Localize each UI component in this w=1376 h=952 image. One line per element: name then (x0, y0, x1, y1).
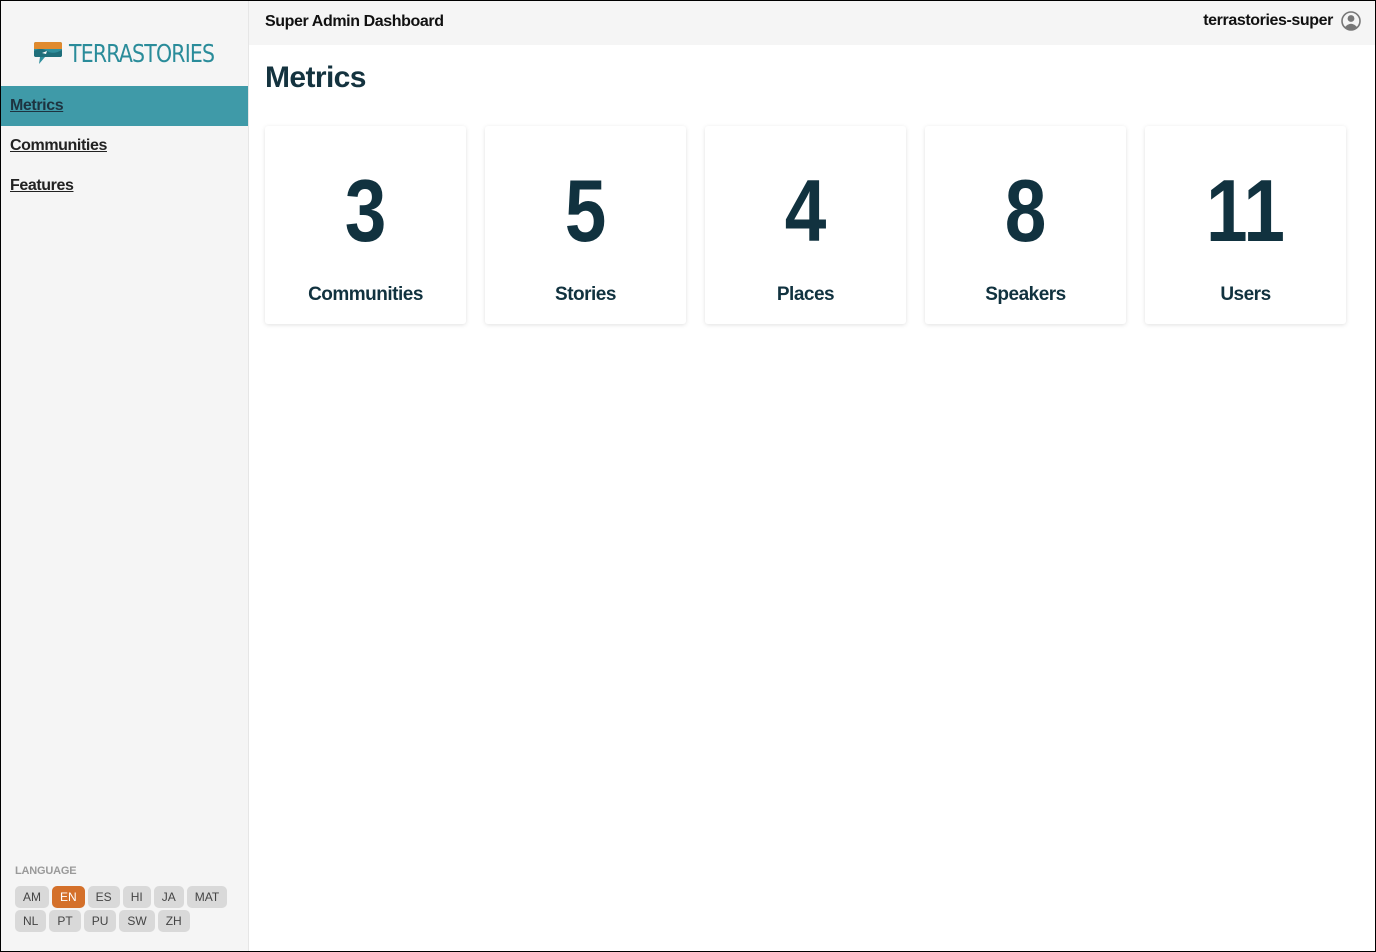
language-button-ja[interactable]: JA (153, 886, 184, 908)
story-bubble-logo-icon (34, 42, 62, 64)
page-title: Metrics (265, 61, 366, 94)
sidebar-item-communities[interactable]: Communities (1, 126, 248, 166)
metric-card-speakers: 8 Speakers (925, 126, 1126, 324)
metric-card-users: 11 Users (1145, 126, 1346, 324)
metric-card-places: 4 Places (705, 126, 906, 324)
metric-label: Stories (555, 284, 616, 305)
sidebar-item-metrics[interactable]: Metrics (1, 86, 248, 126)
language-selector: LANGUAGE AM EN ES HI JA MAT NL PT PU SW … (15, 865, 228, 934)
metric-value: 4 (784, 161, 827, 260)
metric-value: 8 (1004, 161, 1047, 260)
metric-value: 5 (564, 161, 607, 260)
language-button-am[interactable]: AM (15, 886, 49, 908)
language-button-hi[interactable]: HI (122, 886, 151, 908)
metric-label: Places (776, 284, 835, 305)
language-button-nl[interactable]: NL (15, 910, 47, 932)
language-row-2: NL PT PU SW ZH (15, 910, 227, 932)
app-window: TERRASTORIES Metrics Communities Feature… (0, 0, 1376, 952)
language-button-mat[interactable]: MAT (186, 886, 228, 908)
metric-card-stories: 5 Stories (485, 126, 686, 324)
metric-value: 3 (344, 161, 387, 260)
language-button-es[interactable]: ES (87, 886, 120, 908)
sidebar-nav: Metrics Communities Features (1, 86, 248, 206)
language-row-1: AM EN ES HI JA MAT (15, 886, 228, 908)
top-bar: Super Admin Dashboard terrastories-super (249, 1, 1375, 45)
username[interactable]: terrastories-super (1203, 12, 1333, 30)
language-title: LANGUAGE (15, 865, 77, 877)
metric-label: Users (1220, 284, 1271, 305)
language-button-zh[interactable]: ZH (157, 910, 190, 932)
metric-label: Speakers (985, 284, 1066, 305)
language-button-en[interactable]: EN (52, 886, 85, 908)
language-button-sw[interactable]: SW (119, 910, 155, 932)
language-button-pt[interactable]: PT (49, 910, 81, 932)
logo-wordmark: TERRASTORIES (69, 38, 215, 68)
metrics-cards: 3 Communities 5 Stories 4 Places 8 Speak… (265, 126, 1346, 324)
user-menu[interactable]: terrastories-super (1203, 11, 1361, 31)
user-avatar-icon[interactable] (1341, 11, 1361, 31)
metric-card-communities: 3 Communities (265, 126, 466, 324)
terrastories-logo[interactable]: TERRASTORIES (33, 37, 246, 69)
dashboard-title: Super Admin Dashboard (265, 13, 444, 30)
metric-label: Communities (308, 284, 423, 305)
sidebar: TERRASTORIES Metrics Communities Feature… (1, 1, 249, 951)
main-content: Metrics 3 Communities 5 Stories 4 Places… (249, 45, 1375, 951)
metric-value: 11 (1205, 161, 1286, 260)
sidebar-item-features[interactable]: Features (1, 166, 248, 206)
language-button-pu[interactable]: PU (83, 910, 117, 932)
